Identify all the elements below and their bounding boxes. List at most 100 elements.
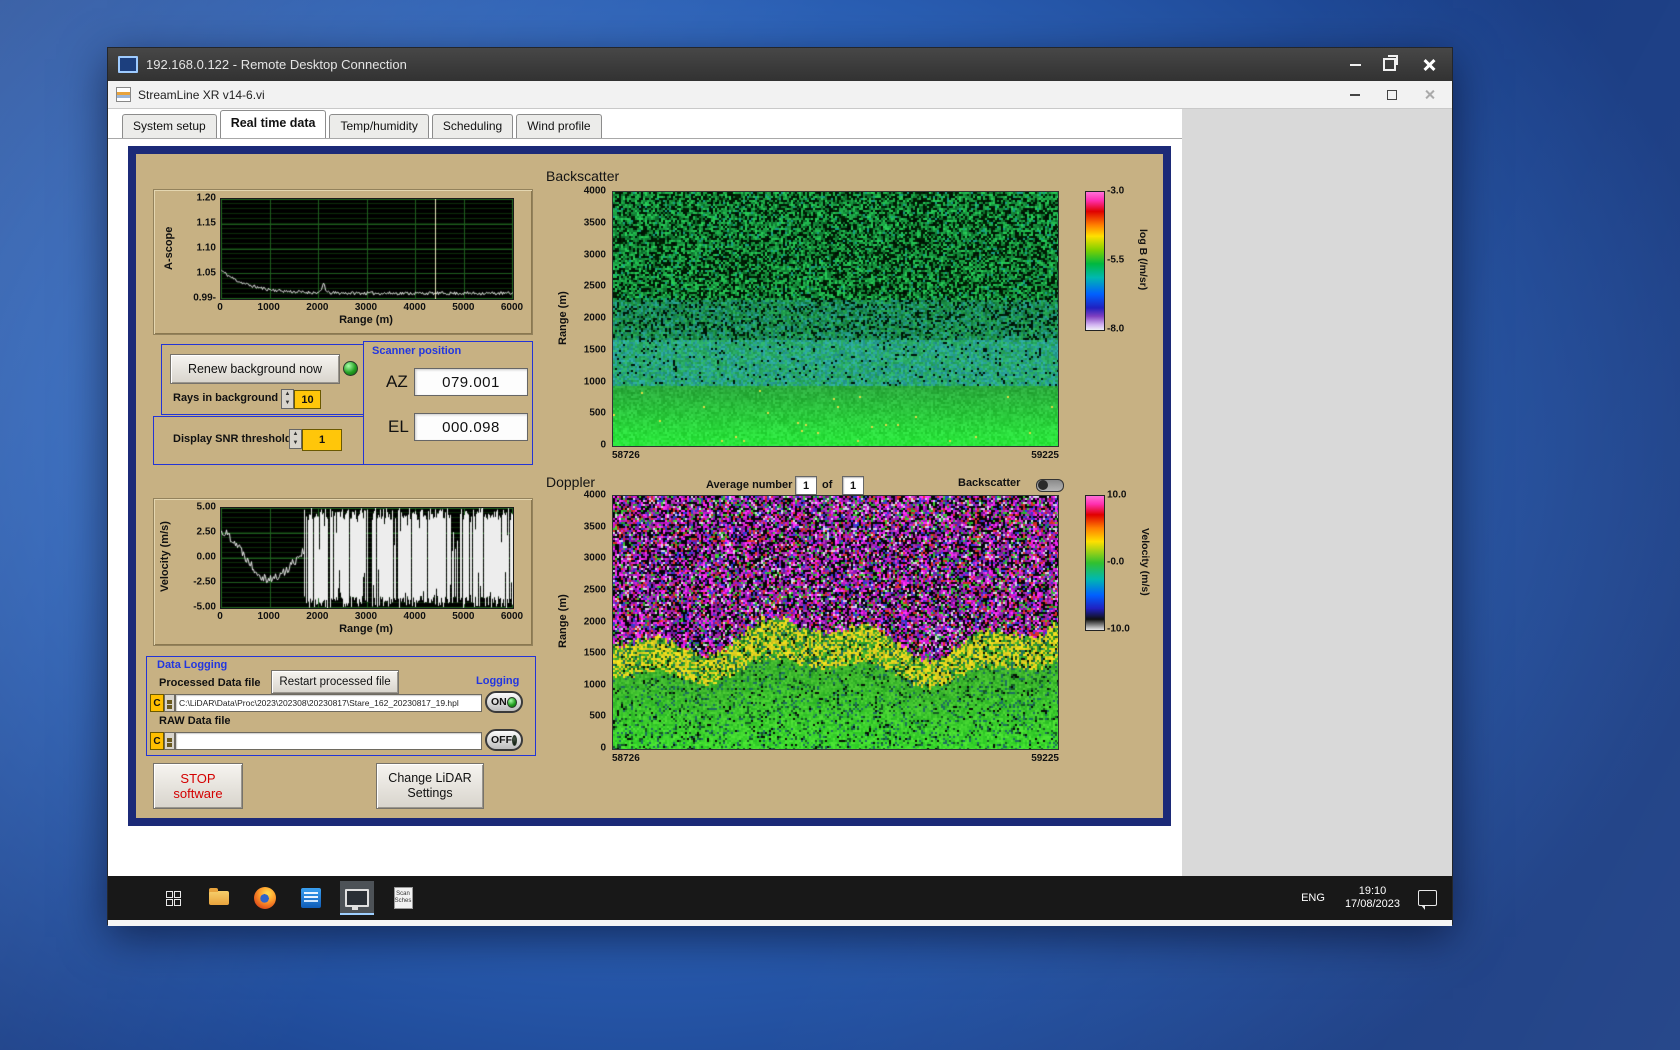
clock[interactable]: 19:10 17/08/2023 — [1345, 885, 1400, 911]
average-number-field[interactable]: 1 — [795, 476, 817, 495]
change-lidar-settings-button[interactable]: Change LiDAR Settings — [376, 763, 484, 809]
rdp-minimize-button[interactable] — [1338, 52, 1372, 78]
app-close-button[interactable] — [1414, 85, 1444, 105]
az-label: AZ — [386, 372, 408, 391]
tab-temp-humidity[interactable]: Temp/humidity — [329, 114, 429, 138]
raw-browse-icon[interactable] — [164, 732, 175, 750]
velocity-y-ticks: 5.00 2.50 0.00 -2.50 -5.00 — [193, 501, 216, 613]
scan-shortcut-button[interactable]: Scan Sches — [386, 881, 420, 915]
file-explorer-button[interactable] — [202, 881, 236, 915]
close-icon — [1422, 58, 1436, 72]
rays-spinner[interactable]: ▲ ▼ — [281, 389, 294, 409]
folder-icon — [209, 888, 229, 905]
ascope-x-axis-label: Range (m) — [339, 314, 393, 326]
app-window-title: StreamLine XR v14-6.vi — [138, 87, 265, 102]
desktop-background: 192.168.0.122 - Remote Desktop Connectio… — [0, 0, 1680, 1050]
doppler-y-ticks: 4000 3500 3000 2500 2000 1500 1000 500 0 — [583, 489, 606, 754]
background-controls-box: Renew background now Rays in background … — [161, 344, 364, 415]
scanner-position-box: Scanner position AZ 079.001 EL 000.098 — [363, 341, 533, 465]
app-titlebar[interactable]: StreamLine XR v14-6.vi — [108, 81, 1452, 109]
data-logging-title: Data Logging — [157, 659, 228, 671]
snr-threshold-label: Display SNR threshold — [173, 433, 292, 445]
minimize-icon — [1349, 63, 1361, 66]
restart-processed-file-button[interactable]: Restart processed file — [271, 670, 399, 694]
rdp-horizontal-scrollbar[interactable] — [108, 920, 1452, 926]
velocity-x-ticks: 0 1000 2000 3000 4000 5000 6000 — [217, 611, 524, 622]
processed-drive-selector[interactable]: C — [150, 694, 164, 712]
toggle-knob — [1038, 480, 1048, 490]
start-button[interactable] — [156, 881, 190, 915]
firefox-button[interactable] — [248, 881, 282, 915]
ascope-x-ticks: 0 1000 2000 3000 4000 5000 6000 — [217, 302, 524, 313]
logging-label: Logging — [476, 675, 520, 687]
active-app-button[interactable] — [340, 881, 374, 915]
firefox-icon — [254, 887, 276, 909]
doppler-heatmap — [612, 495, 1059, 750]
rdp-window-title: 192.168.0.122 - Remote Desktop Connectio… — [146, 57, 407, 72]
ascope-y-axis-label: A-scope — [163, 226, 175, 270]
rays-in-background-label: Rays in background — [173, 392, 279, 404]
backscatter-colorbar-ticks: -3.0 -5.5 -8.0 — [1107, 185, 1125, 335]
rdp-app-icon — [118, 56, 138, 73]
snr-spinner[interactable]: ▲ ▼ — [289, 429, 302, 449]
of-label: of — [822, 479, 833, 491]
off-led — [512, 734, 517, 746]
language-indicator[interactable]: ENG — [1295, 888, 1331, 908]
backscatter-y-axis-label: Range (m) — [557, 291, 569, 345]
tab-real-time-data[interactable]: Real time data — [219, 110, 327, 138]
time: 19:10 — [1358, 885, 1387, 897]
backscatter-doppler-toggle[interactable] — [1036, 479, 1064, 492]
processed-data-file-label: Processed Data file — [159, 677, 261, 689]
processed-path-field[interactable]: C:\LiDAR\Data\Proc\2023\202308\20230817\… — [175, 694, 482, 712]
backscatter-x-ticks: 58726 59225 — [612, 450, 1059, 461]
average-number-label: Average number — [706, 479, 793, 491]
el-label: EL — [388, 417, 409, 436]
ascope-group: A-scope 1.20 1.15 1.10 1.05 0.99- 0 1000 2000 3… — [153, 189, 533, 335]
processed-browse-icon[interactable] — [164, 694, 175, 712]
start-icon — [165, 890, 181, 906]
az-value-display: 079.001 — [414, 368, 528, 396]
raw-logging-off-button[interactable]: OFF — [485, 729, 523, 751]
app-minimize-button[interactable] — [1340, 85, 1370, 105]
rays-value-field[interactable]: 10 — [294, 390, 321, 409]
ascope-y-ticks: 1.20 1.15 1.10 1.05 0.99- — [193, 192, 216, 304]
close-icon — [1424, 89, 1435, 100]
el-value-display: 000.098 — [414, 413, 528, 441]
tab-control-border — [108, 138, 1182, 139]
app-restore-button[interactable] — [1377, 85, 1407, 105]
tab-system-setup[interactable]: System setup — [122, 114, 217, 138]
velocity-x-axis-label: Range (m) — [339, 623, 393, 635]
vi-icon — [116, 87, 131, 102]
date: 17/08/2023 — [1344, 898, 1400, 910]
restore-icon — [1382, 55, 1398, 71]
scanner-position-title: Scanner position — [372, 345, 462, 357]
tab-scheduling[interactable]: Scheduling — [431, 114, 514, 138]
stop-software-button[interactable]: STOP software — [153, 763, 243, 809]
tab-strip: System setup Real time data Temp/humidit… — [122, 110, 605, 138]
doppler-x-ticks: 58726 59225 — [612, 753, 1059, 764]
monitor-icon — [345, 889, 369, 910]
blue-app-button[interactable] — [294, 881, 328, 915]
average-total-field[interactable]: 1 — [842, 476, 864, 495]
rdp-close-button[interactable] — [1412, 52, 1446, 78]
raw-drive-selector[interactable]: C — [150, 732, 164, 750]
restore-icon — [1387, 89, 1397, 100]
backscatter-toggle-label: Backscatter — [958, 477, 1021, 489]
doppler-colorbar — [1085, 495, 1105, 631]
snr-value-field[interactable]: 1 — [302, 429, 342, 451]
raw-data-file-label: RAW Data file — [159, 715, 231, 727]
doppler-colorbar-ticks: 10.0 -0.0 -10.0 — [1107, 489, 1130, 635]
rdp-restore-button[interactable] — [1372, 52, 1406, 78]
raw-path-field[interactable] — [175, 732, 482, 750]
renew-background-button[interactable]: Renew background now — [170, 354, 340, 384]
front-panel: A-scope 1.20 1.15 1.10 1.05 0.99- 0 1000 2000 3… — [128, 146, 1171, 826]
doppler-title: Doppler — [546, 474, 596, 490]
velocity-y-axis-label: Velocity (m/s) — [159, 521, 171, 593]
processed-logging-on-button[interactable]: ON — [485, 691, 523, 713]
snr-threshold-box: Display SNR threshold ▲ ▼ 1 — [153, 416, 364, 465]
notification-icon — [1417, 890, 1437, 910]
rdp-titlebar[interactable]: 192.168.0.122 - Remote Desktop Connectio… — [108, 48, 1452, 81]
tab-wind-profile[interactable]: Wind profile — [516, 114, 602, 138]
action-center-button[interactable] — [1414, 881, 1440, 915]
ascope-plot — [220, 198, 514, 300]
